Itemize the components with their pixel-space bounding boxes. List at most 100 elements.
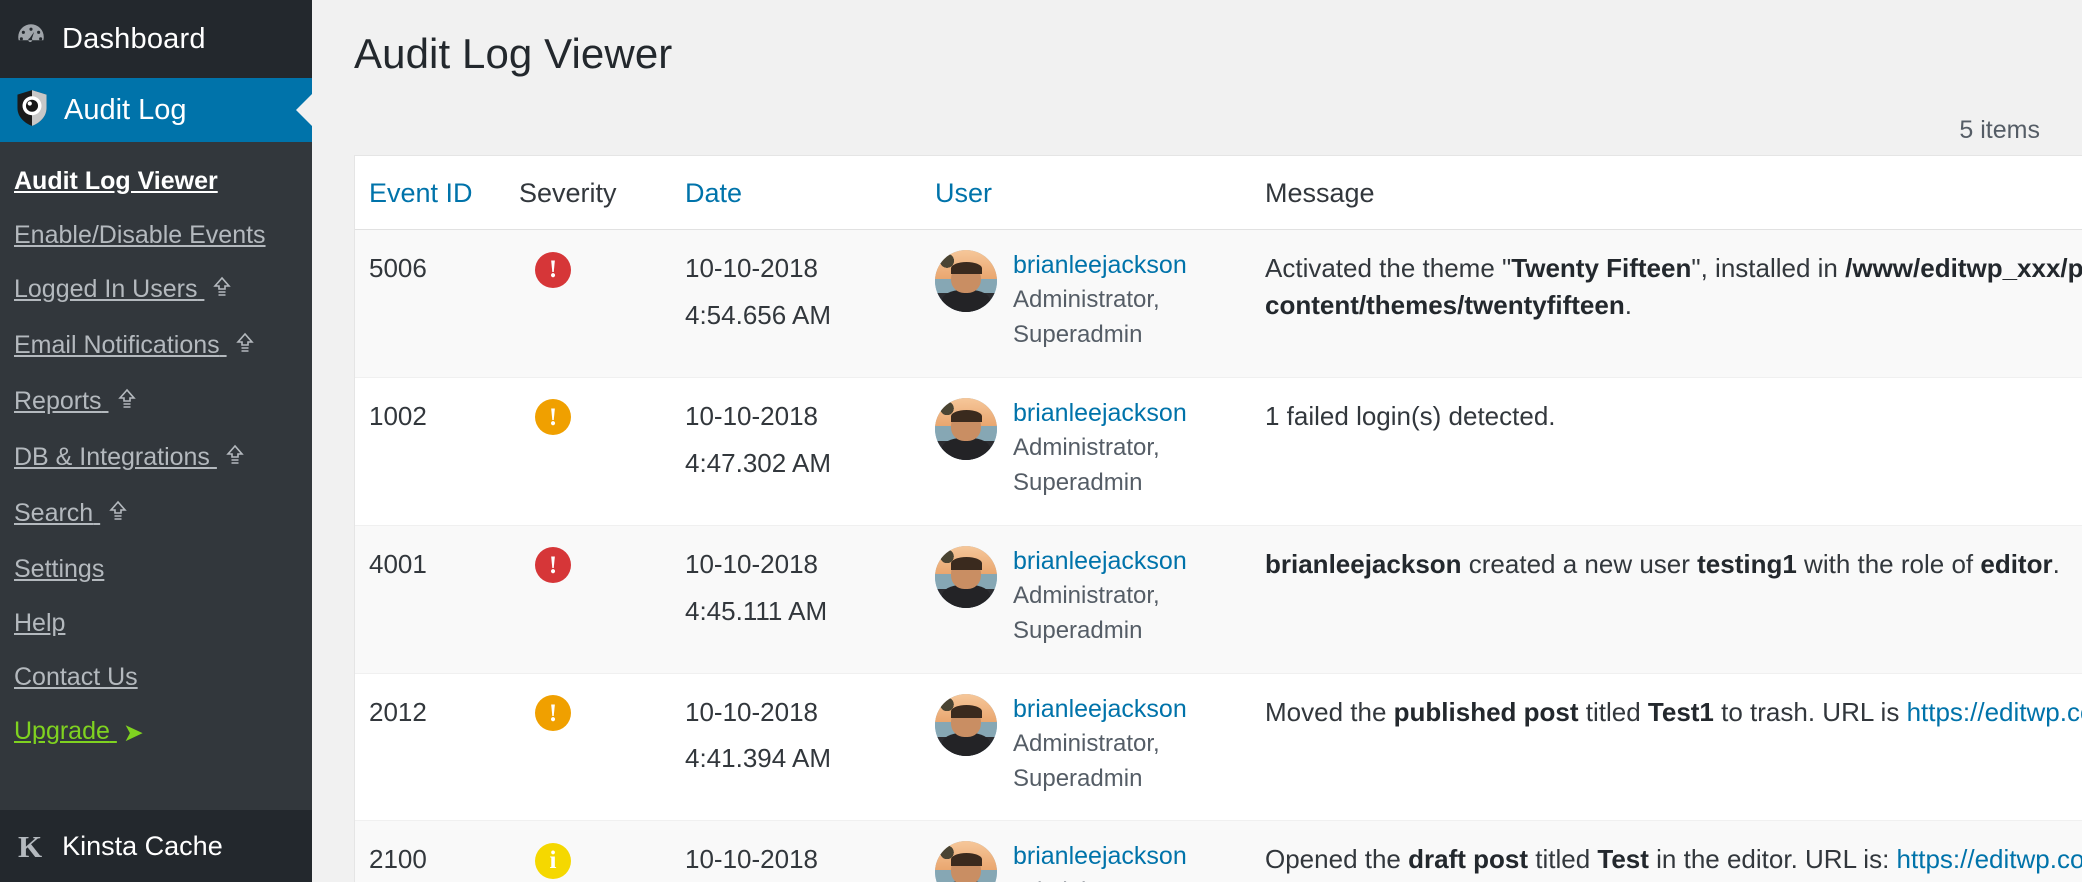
cell-severity: ! <box>505 230 671 378</box>
premium-upgrade-icon <box>115 382 139 424</box>
sidebar-item-settings-label: Settings <box>14 555 104 583</box>
user-roles: Administrator, Superadmin <box>1013 727 1237 797</box>
sidebar-item-audit-log-label: Audit Log <box>64 94 187 127</box>
cell-event-id: 2012 <box>355 673 505 821</box>
user-link[interactable]: brianleejackson <box>1013 398 1237 429</box>
table-body: 5006!10-10-20184:54.656 AMbrianleejackso… <box>355 230 2082 882</box>
cell-user: brianleejacksonAdministrator, Superadmin <box>921 525 1251 673</box>
admin-sidebar: Dashboard Audit Log Audit Log Viewer Ena… <box>0 0 312 882</box>
message-emphasis: published post <box>1394 697 1579 727</box>
table-row: 1002!10-10-20184:47.302 AMbrianleejackso… <box>355 377 2082 525</box>
cell-time: 4:45.111 AM <box>685 593 907 630</box>
user-link[interactable]: brianleejackson <box>1013 546 1237 577</box>
avatar <box>935 694 997 756</box>
sidebar-item-email-notifications[interactable]: Email Notifications <box>0 318 312 374</box>
cell-user: brianleejacksonAdministrator, Superadmin <box>921 673 1251 821</box>
arrow-right-icon: ➤ <box>123 712 144 754</box>
cell-message: Moved the published post titled Test1 to… <box>1251 673 2082 821</box>
cell-date: 10-10-20184:41.394 AM <box>671 673 921 821</box>
sidebar-item-settings[interactable]: Settings <box>0 542 312 596</box>
message-emphasis: editor <box>1980 549 2052 579</box>
sidebar-item-reports-label: Reports <box>14 387 102 415</box>
cell-time: 4:41.394 AM <box>685 740 907 777</box>
sidebar-item-search[interactable]: Search <box>0 486 312 542</box>
sidebar-item-kinsta-cache-label: Kinsta Cache <box>62 831 223 862</box>
sidebar-item-upgrade[interactable]: Upgrade ➤ <box>0 704 312 760</box>
column-header-severity: Severity <box>505 156 671 230</box>
cell-user: brianleejacksonAdministrator, Superadmin <box>921 821 1251 882</box>
severity-critical-icon: ! <box>535 252 571 288</box>
cell-severity: i <box>505 821 671 882</box>
sidebar-item-logged-in-users[interactable]: Logged In Users <box>0 262 312 318</box>
severity-critical-icon: ! <box>535 547 571 583</box>
sidebar-item-help-label: Help <box>14 609 65 637</box>
cell-date: 10-10-20184:54.656 AM <box>671 230 921 378</box>
column-header-user[interactable]: User <box>921 156 1251 230</box>
column-header-message: Message <box>1251 156 2082 230</box>
premium-upgrade-icon <box>233 326 257 368</box>
table-header: Event ID Severity Date User Message <box>355 156 2082 230</box>
message-emphasis: testing1 <box>1697 549 1797 579</box>
sidebar-item-dashboard[interactable]: Dashboard <box>0 0 312 78</box>
avatar <box>935 546 997 608</box>
sidebar-item-dashboard-label: Dashboard <box>62 23 206 56</box>
shield-eye-icon <box>14 89 50 132</box>
cell-user: brianleejacksonAdministrator, Superadmin <box>921 377 1251 525</box>
main-content: Audit Log Viewer 5 items Event ID Severi… <box>312 0 2082 882</box>
audit-log-submenu: Audit Log Viewer Enable/Disable Events L… <box>0 142 312 810</box>
sidebar-item-reports[interactable]: Reports <box>0 374 312 430</box>
avatar <box>935 250 997 312</box>
severity-notice-icon: i <box>535 843 571 879</box>
premium-upgrade-icon <box>106 494 130 536</box>
table-header-row: Event ID Severity Date User Message <box>355 156 2082 230</box>
avatar <box>935 841 997 882</box>
sidebar-item-enable-disable-events[interactable]: Enable/Disable Events <box>0 208 312 262</box>
audit-log-table: Event ID Severity Date User Message 5006… <box>355 156 2082 882</box>
column-header-date[interactable]: Date <box>671 156 921 230</box>
premium-upgrade-icon <box>223 438 247 480</box>
dashboard-gauge-icon <box>14 20 48 59</box>
cell-time: 4:47.302 AM <box>685 445 907 482</box>
sidebar-item-kinsta-cache[interactable]: K Kinsta Cache <box>0 810 312 882</box>
message-link[interactable]: https://editwp.com/test1/ <box>1907 697 2082 727</box>
sidebar-item-logged-in-users-label: Logged In Users <box>14 275 197 303</box>
sidebar-item-db-integrations-label: DB & Integrations <box>14 443 210 471</box>
sidebar-item-contact-us[interactable]: Contact Us <box>0 650 312 704</box>
sidebar-item-help[interactable]: Help <box>0 596 312 650</box>
table-row: 2100i10-10-20184:37.023 AMbrianleejackso… <box>355 821 2082 882</box>
premium-upgrade-icon <box>210 270 234 312</box>
message-emphasis: Twenty Fifteen <box>1511 253 1691 283</box>
severity-high-icon: ! <box>535 399 571 435</box>
cell-date: 10-10-20184:37.023 AM <box>671 821 921 882</box>
sidebar-item-upgrade-label: Upgrade <box>14 717 110 745</box>
sidebar-item-audit-log[interactable]: Audit Log <box>0 78 312 142</box>
sidebar-item-enable-disable-events-label: Enable/Disable Events <box>14 221 266 249</box>
cell-event-id: 1002 <box>355 377 505 525</box>
avatar <box>935 398 997 460</box>
audit-log-table-container: Event ID Severity Date User Message 5006… <box>354 155 2082 882</box>
user-link[interactable]: brianleejackson <box>1013 250 1237 281</box>
user-roles: Administrator, Superadmin <box>1013 431 1237 501</box>
message-link[interactable]: https://editwp.com/?p=7 <box>1897 844 2082 874</box>
table-row: 4001!10-10-20184:45.111 AMbrianleejackso… <box>355 525 2082 673</box>
message-emphasis: brianleejackson <box>1265 549 1462 579</box>
sidebar-item-search-label: Search <box>14 499 93 527</box>
sidebar-item-audit-log-viewer[interactable]: Audit Log Viewer <box>0 154 312 208</box>
cell-message: brianleejackson created a new user testi… <box>1251 525 2082 673</box>
message-emphasis: Test <box>1597 844 1649 874</box>
user-link[interactable]: brianleejackson <box>1013 694 1237 725</box>
cell-user: brianleejacksonAdministrator, Superadmin <box>921 230 1251 378</box>
user-roles: Administrator, Superadmin <box>1013 579 1237 649</box>
user-link[interactable]: brianleejackson <box>1013 841 1237 872</box>
cell-date: 10-10-20184:47.302 AM <box>671 377 921 525</box>
sidebar-item-email-notifications-label: Email Notifications <box>14 331 220 359</box>
sidebar-item-db-integrations[interactable]: DB & Integrations <box>0 430 312 486</box>
cell-event-id: 2100 <box>355 821 505 882</box>
message-emphasis: draft post <box>1408 844 1528 874</box>
column-header-event-id[interactable]: Event ID <box>355 156 505 230</box>
sidebar-item-audit-log-viewer-label: Audit Log Viewer <box>14 167 218 195</box>
table-row: 2012!10-10-20184:41.394 AMbrianleejackso… <box>355 673 2082 821</box>
cell-date: 10-10-20184:45.111 AM <box>671 525 921 673</box>
cell-message: Activated the theme "Twenty Fifteen", in… <box>1251 230 2082 378</box>
cell-severity: ! <box>505 525 671 673</box>
